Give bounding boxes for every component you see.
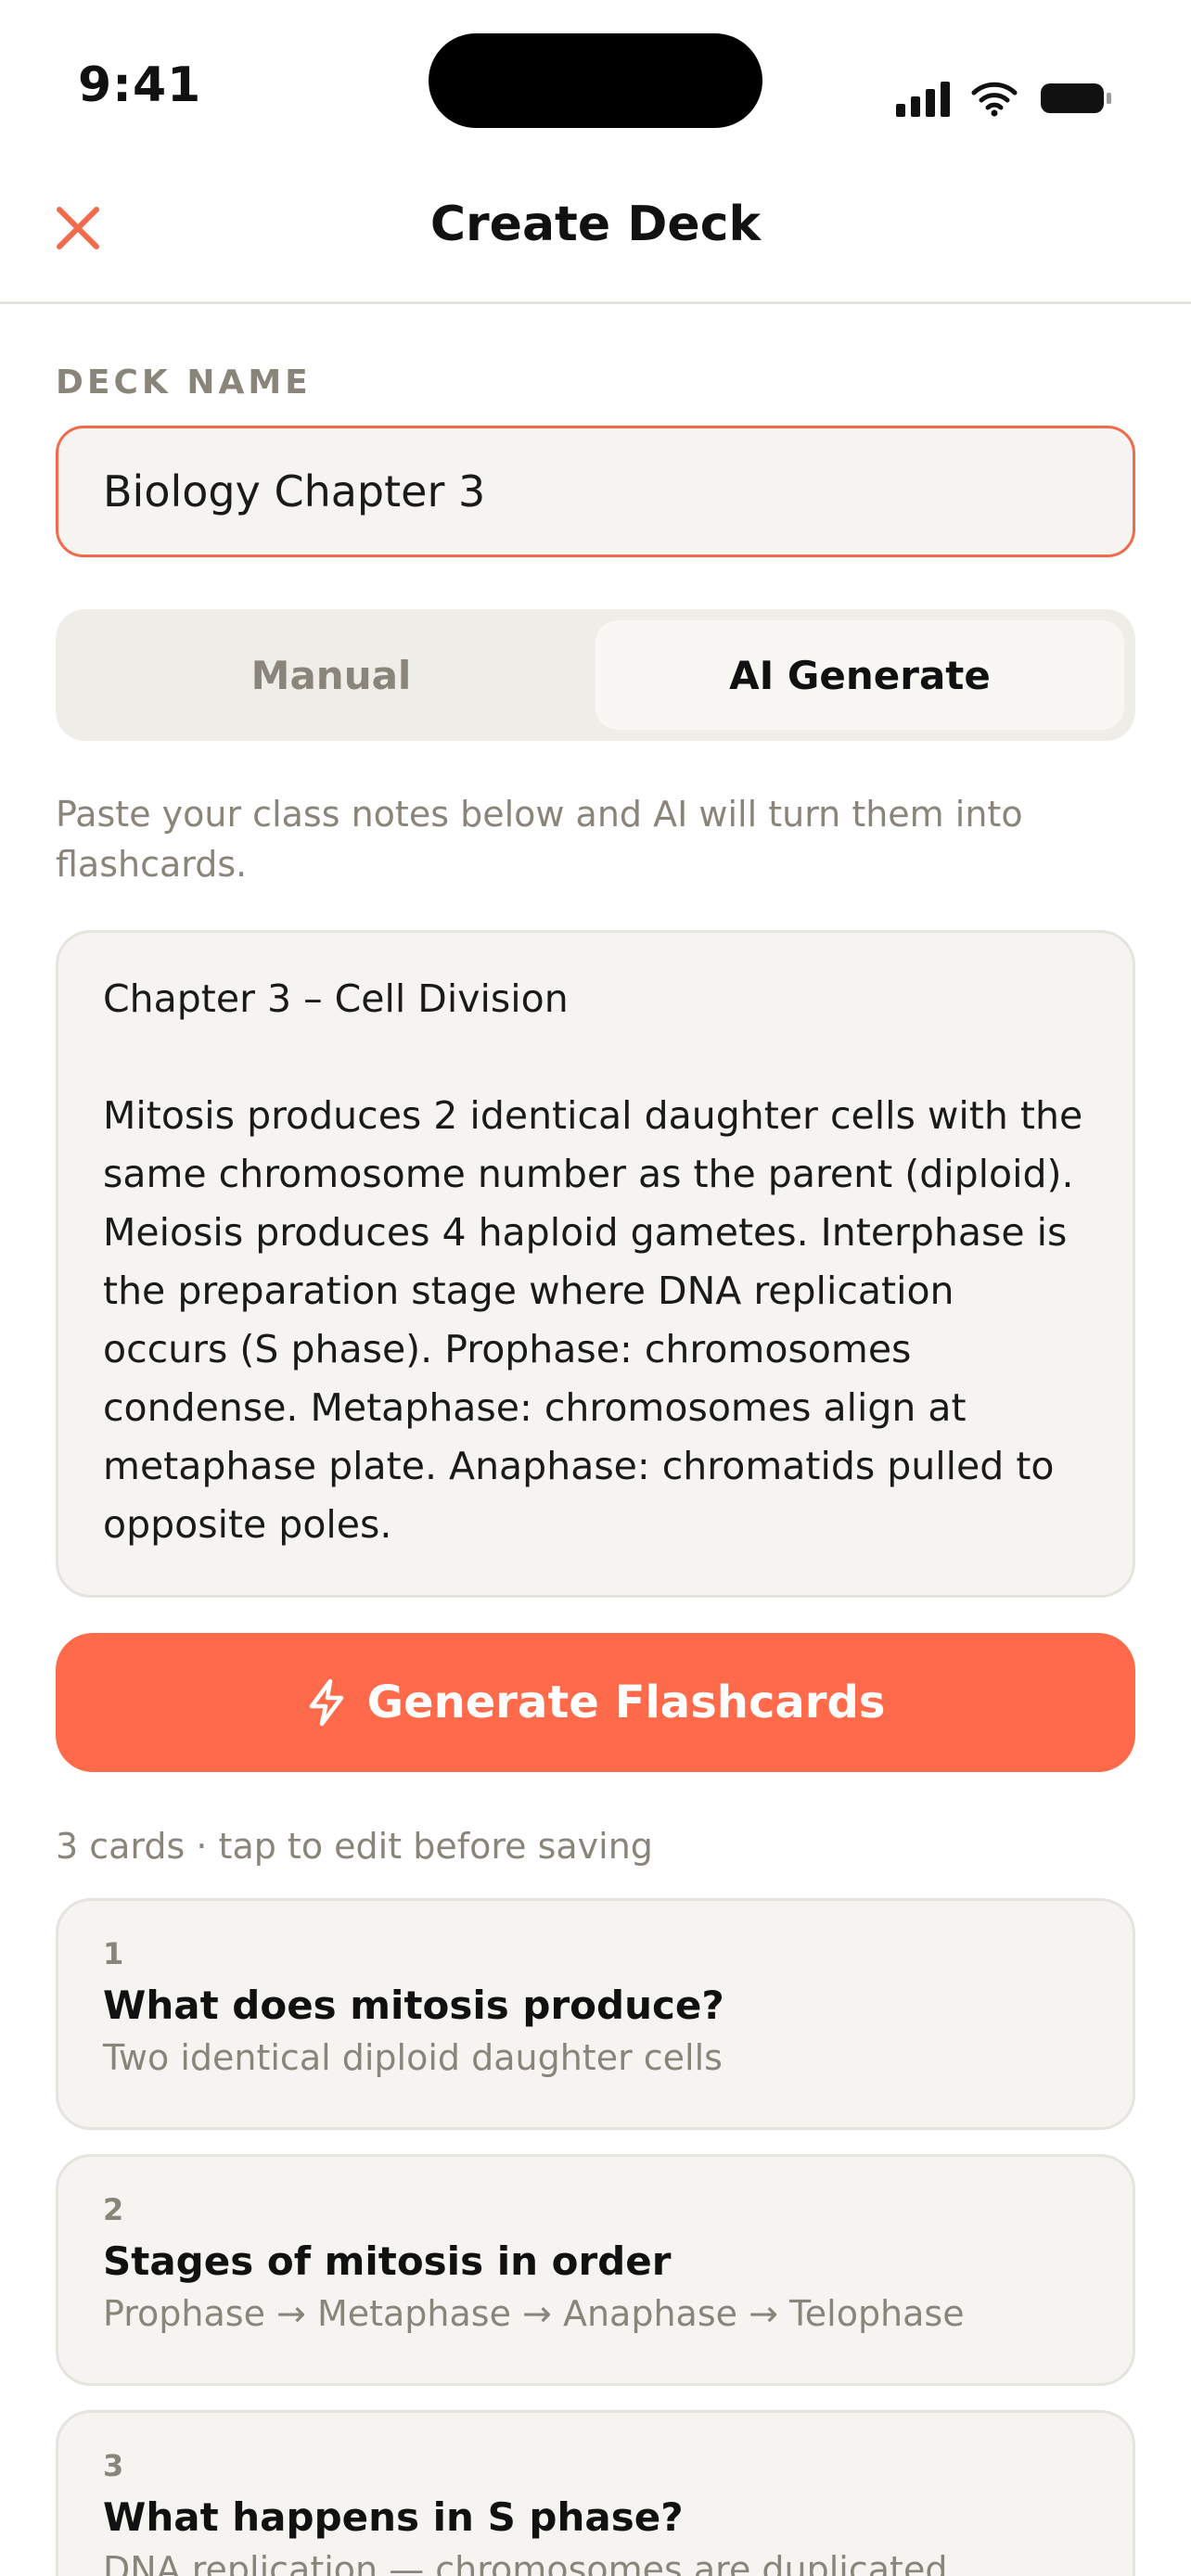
status-bar: 9:41 — [0, 0, 1191, 148]
content: DECK NAME Biology Chapter 3 Manual AI Ge… — [56, 304, 1135, 2576]
lightning-icon — [309, 1678, 343, 1727]
battery-icon — [1041, 83, 1111, 113]
deck-name-input[interactable]: Biology Chapter 3 — [56, 426, 1135, 557]
notes-textarea[interactable]: Chapter 3 – Cell Division Mitosis produc… — [56, 930, 1135, 1598]
flashcard-item[interactable]: 3 What happens in S phase? DNA replicati… — [56, 2410, 1135, 2576]
card-question: Stages of mitosis in order — [103, 2238, 672, 2284]
card-question: What happens in S phase? — [103, 2494, 684, 2540]
mode-toggle: Manual AI Generate — [56, 609, 1135, 741]
create-deck-screen: 9:41 Create Deck DECK NAME Biology Chapt… — [0, 0, 1191, 2576]
cards-count-text: 3 cards · tap to edit before saving — [56, 1826, 653, 1867]
card-answer: DNA replication — chromosomes are duplic… — [103, 2549, 948, 2576]
card-number: 2 — [103, 2192, 124, 2227]
page-title: Create Deck — [429, 197, 762, 252]
card-number: 1 — [103, 1936, 124, 1971]
flashcard-item[interactable]: 2 Stages of mitosis in order Prophase → … — [56, 2154, 1135, 2386]
generate-button-label: Generate Flashcards — [366, 1677, 886, 1728]
card-answer: Prophase → Metaphase → Anaphase → Teloph… — [103, 2293, 965, 2334]
card-answer: Two identical diploid daughter cells — [103, 2037, 723, 2078]
wifi-icon — [971, 82, 1018, 117]
status-icons — [896, 80, 1113, 117]
card-number: 3 — [103, 2448, 124, 2483]
dynamic-island — [429, 33, 762, 128]
card-question: What does mitosis produce? — [103, 1983, 724, 2028]
mode-manual-tab[interactable]: Manual — [67, 620, 596, 730]
cellular-signal-icon — [896, 80, 950, 117]
generate-flashcards-button[interactable]: Generate Flashcards — [56, 1633, 1135, 1772]
helper-text: Paste your class notes below and AI will… — [56, 794, 1023, 885]
flashcard-item[interactable]: 1 What does mitosis produce? Two identic… — [56, 1898, 1135, 2130]
nav-bar: Create Deck — [0, 148, 1191, 304]
mode-ai-generate-tab[interactable]: AI Generate — [596, 620, 1124, 730]
status-time: 9:41 — [78, 57, 202, 113]
deck-name-label: DECK NAME — [56, 363, 312, 402]
